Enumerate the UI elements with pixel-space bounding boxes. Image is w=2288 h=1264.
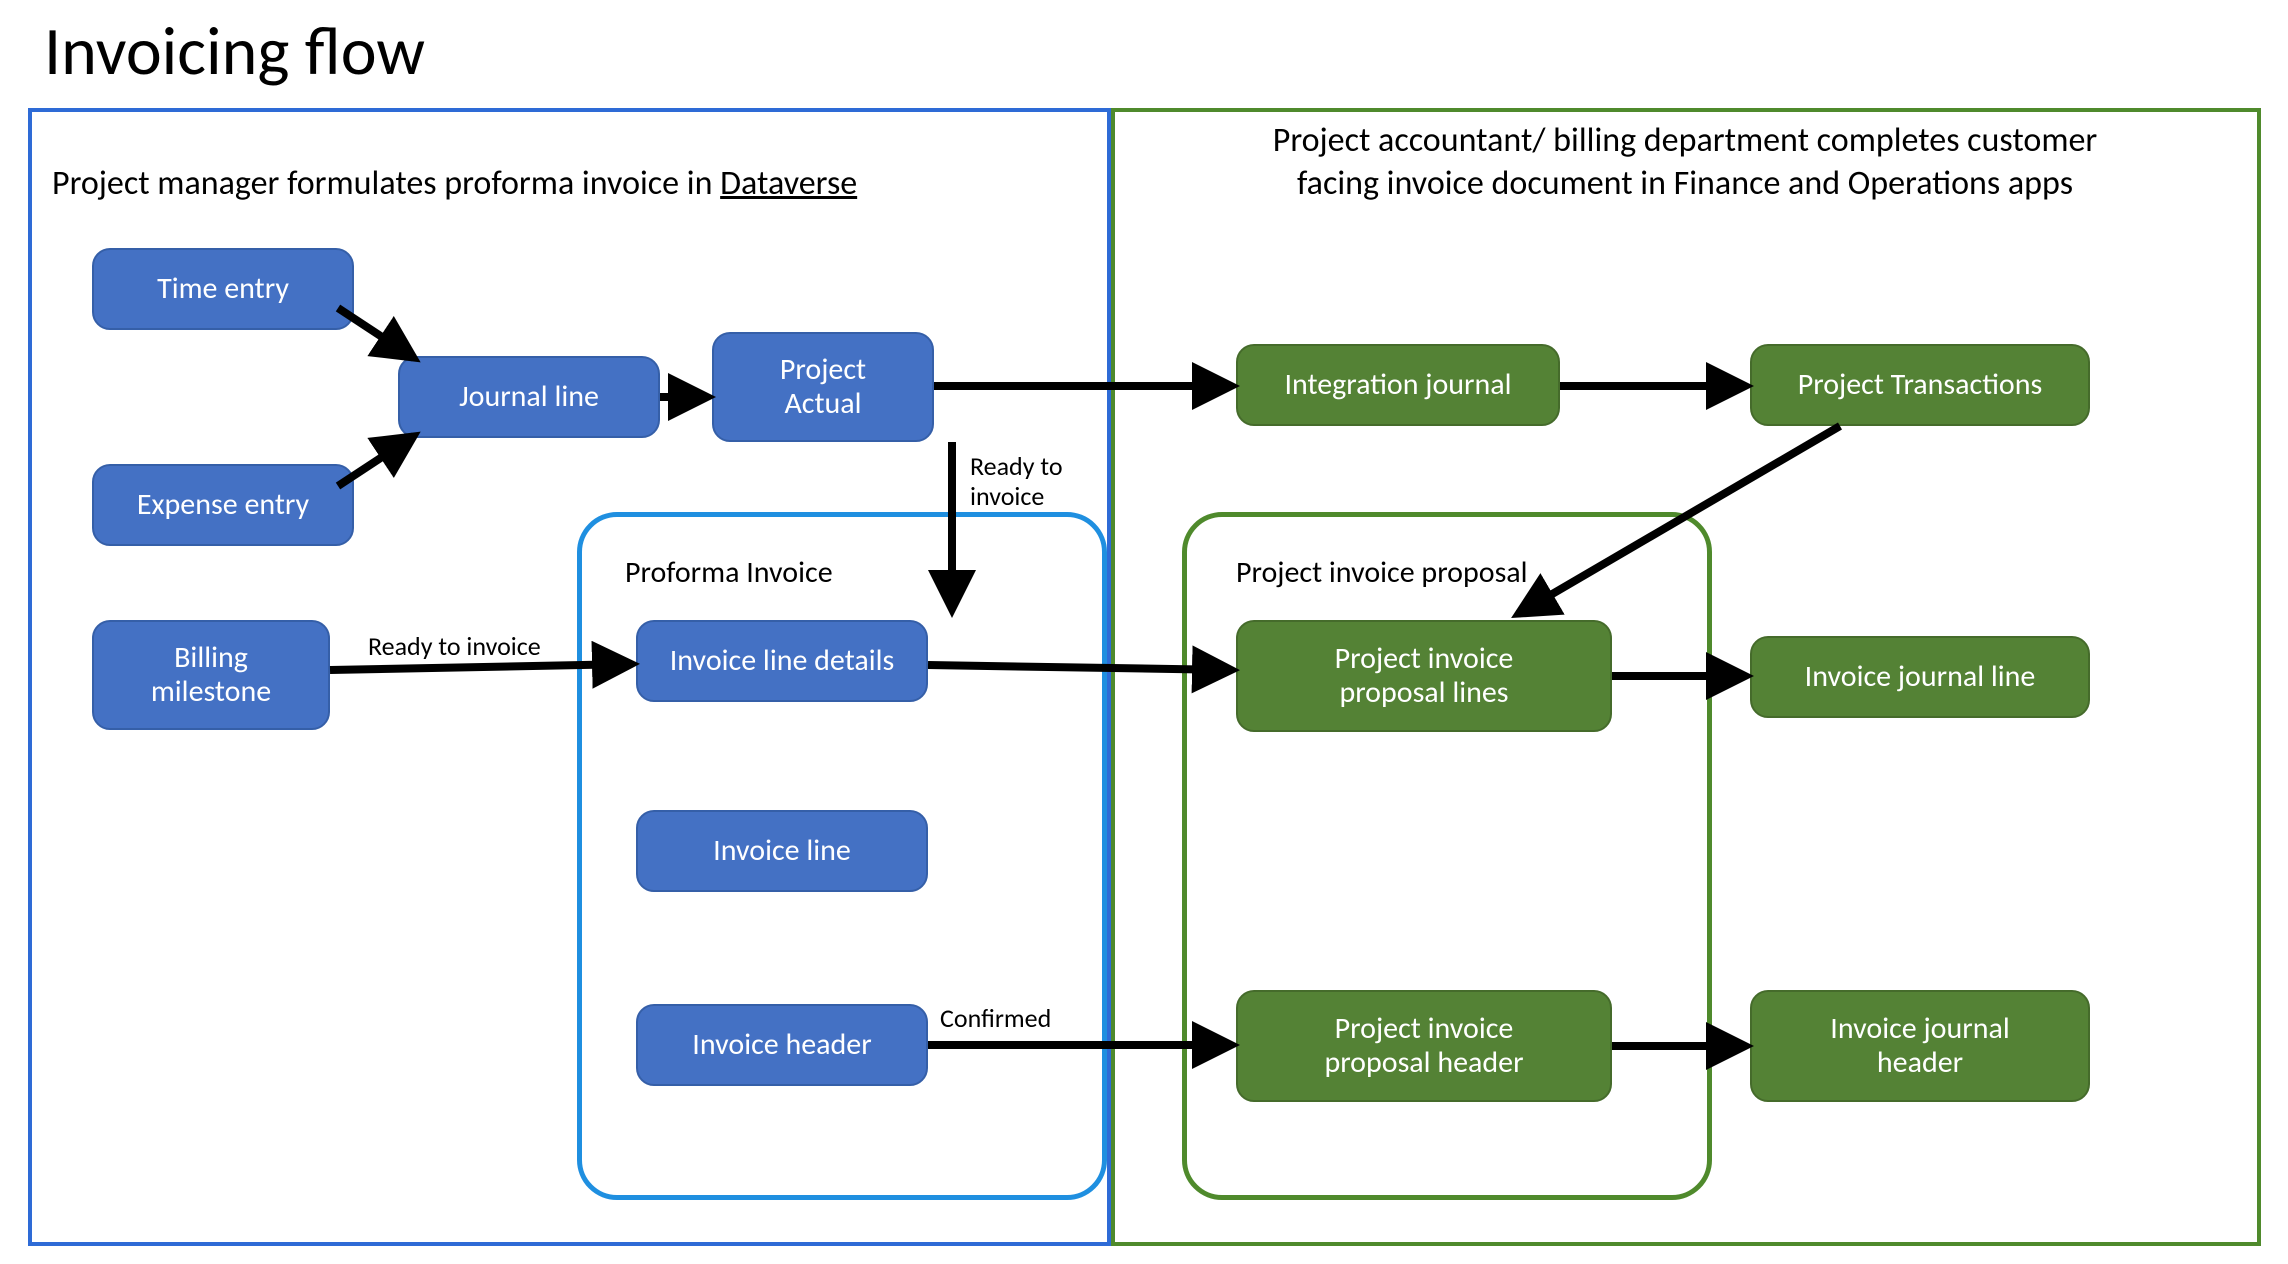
right-container-label: Project accountant/ billing department c…	[1130, 120, 2240, 205]
proforma-invoice-label: Proforma Invoice	[625, 554, 833, 591]
node-invoice-header: Invoice header	[636, 1004, 928, 1086]
node-invoice-line-details: Invoice line details	[636, 620, 928, 702]
node-proposal-header: Project invoice proposal header	[1236, 990, 1612, 1102]
left-container-label-text: Project manager formulates proforma invo…	[52, 163, 720, 204]
left-container-label: Project manager formulates proforma invo…	[52, 120, 1092, 205]
edge-label-ready-to-invoice-1: Ready to invoice	[368, 632, 541, 662]
node-project-actual: Project Actual	[712, 332, 934, 442]
node-project-transactions: Project Transactions	[1750, 344, 2090, 426]
node-time-entry: Time entry	[92, 248, 354, 330]
node-expense-entry: Expense entry	[92, 464, 354, 546]
node-integration-journal: Integration journal	[1236, 344, 1560, 426]
edge-label-ready-to-invoice-2: Ready to invoice	[970, 452, 1063, 512]
edge-label-confirmed: Confirmed	[940, 1004, 1051, 1034]
diagram-canvas: Invoicing flow Project manager formulate…	[0, 0, 2288, 1264]
node-billing-milestone: Billing milestone	[92, 620, 330, 730]
node-invoice-journal-line: Invoice journal line	[1750, 636, 2090, 718]
node-invoice-journal-header: Invoice journal header	[1750, 990, 2090, 1102]
node-journal-line: Journal line	[398, 356, 660, 438]
diagram-title: Invoicing flow	[44, 10, 425, 93]
left-container-label-underlined: Dataverse	[720, 163, 857, 204]
node-proposal-lines: Project invoice proposal lines	[1236, 620, 1612, 732]
node-invoice-line: Invoice line	[636, 810, 928, 892]
project-invoice-proposal-label: Project invoice proposal	[1236, 554, 1528, 591]
